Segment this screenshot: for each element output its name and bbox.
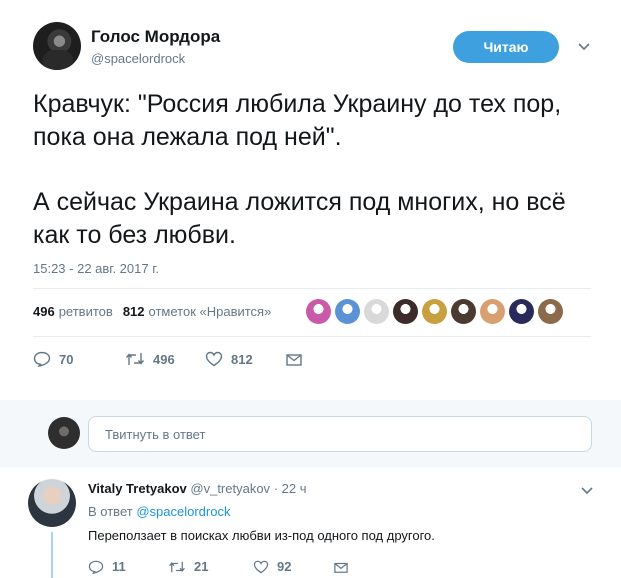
liker-avatar[interactable] xyxy=(451,299,476,324)
user-avatar xyxy=(48,417,80,449)
envelope-icon xyxy=(286,354,302,366)
likes-count: 812 xyxy=(122,304,145,319)
retweet-action[interactable]: 496 xyxy=(125,351,205,367)
chevron-down-icon[interactable] xyxy=(577,40,591,54)
retweets-count: 496 xyxy=(33,304,55,319)
tweet-timestamp[interactable]: 15:23 - 22 авг. 2017 г. xyxy=(33,261,159,276)
liker-avatar[interactable] xyxy=(538,299,563,324)
like-count: 812 xyxy=(231,351,253,367)
reply-action[interactable]: 11 xyxy=(88,559,168,574)
liker-avatar[interactable] xyxy=(480,299,505,324)
liker-avatar[interactable] xyxy=(306,299,331,324)
liker-avatar[interactable] xyxy=(509,299,534,324)
retweet-count: 496 xyxy=(153,351,175,367)
heart-icon xyxy=(205,351,223,367)
tweet-stats: 496 ретвитов 812 отметок «Нравится» xyxy=(33,304,271,319)
like-action[interactable]: 812 xyxy=(205,351,285,367)
reply-author-name[interactable]: Vitaly Tretyakov xyxy=(88,481,187,496)
direct-message-action[interactable] xyxy=(333,560,357,574)
thread-line xyxy=(51,532,53,578)
reply-separator: · xyxy=(273,481,279,496)
divider xyxy=(33,336,591,337)
retweet-icon xyxy=(125,353,145,365)
tweet-text-paragraph: Кравчук: "Россия любила Украину до тех п… xyxy=(33,90,562,151)
reply-count: 11 xyxy=(112,559,126,574)
follow-button[interactable]: Читаю xyxy=(453,31,559,63)
author-name[interactable]: Голос Мордора xyxy=(91,27,220,47)
like-action[interactable]: 92 xyxy=(253,559,333,574)
retweet-count: 21 xyxy=(194,559,209,574)
reply-author-handle[interactable]: @v_tretyakov xyxy=(190,481,270,496)
liker-avatar[interactable] xyxy=(364,299,389,324)
tweet-text-paragraph: А сейчас Украина ложится под многих, но … xyxy=(33,188,566,249)
liker-avatar[interactable] xyxy=(335,299,360,324)
reply-author-avatar[interactable] xyxy=(28,479,76,527)
liker-avatars xyxy=(306,299,563,324)
direct-message-action[interactable] xyxy=(285,351,311,367)
reply-icon xyxy=(88,560,104,574)
reply-text: Переползает в поисках любви из-под одног… xyxy=(88,528,435,543)
retweets-label: ретвитов xyxy=(58,304,113,319)
tweet-text: Кравчук: "Россия любила Украину до тех п… xyxy=(33,88,593,252)
in-reply-prefix: В ответ xyxy=(88,504,133,519)
chevron-down-icon[interactable] xyxy=(580,484,594,498)
likes-stat[interactable]: 812 отметок «Нравится» xyxy=(123,304,272,319)
in-reply-to: В ответ @spacelordrock xyxy=(88,504,230,519)
reply-header: Vitaly Tretyakov @v_tretyakov · 22 ч xyxy=(88,481,307,496)
retweets-stat[interactable]: 496 ретвитов xyxy=(33,304,113,319)
likes-label: отметок «Нравится» xyxy=(148,304,272,319)
author-handle[interactable]: @spacelordrock xyxy=(91,51,185,66)
liker-avatar[interactable] xyxy=(393,299,418,324)
like-count: 92 xyxy=(277,559,292,574)
reply-actions: 11 21 92 xyxy=(88,559,357,574)
reply-time[interactable]: 22 ч xyxy=(282,481,307,496)
reply-count: 70 xyxy=(59,351,74,367)
retweet-action[interactable]: 21 xyxy=(168,559,253,574)
envelope-icon xyxy=(334,562,348,573)
tweet-actions: 70 496 812 xyxy=(33,351,311,367)
reply-icon xyxy=(33,351,51,367)
divider xyxy=(33,288,591,289)
liker-avatar[interactable] xyxy=(422,299,447,324)
retweet-icon xyxy=(169,561,185,572)
in-reply-handle-link[interactable]: @spacelordrock xyxy=(136,504,230,519)
reply-input[interactable]: Твитнуть в ответ xyxy=(88,416,592,452)
reply-action[interactable]: 70 xyxy=(33,351,125,367)
author-avatar[interactable] xyxy=(33,22,81,70)
heart-icon xyxy=(253,560,269,573)
